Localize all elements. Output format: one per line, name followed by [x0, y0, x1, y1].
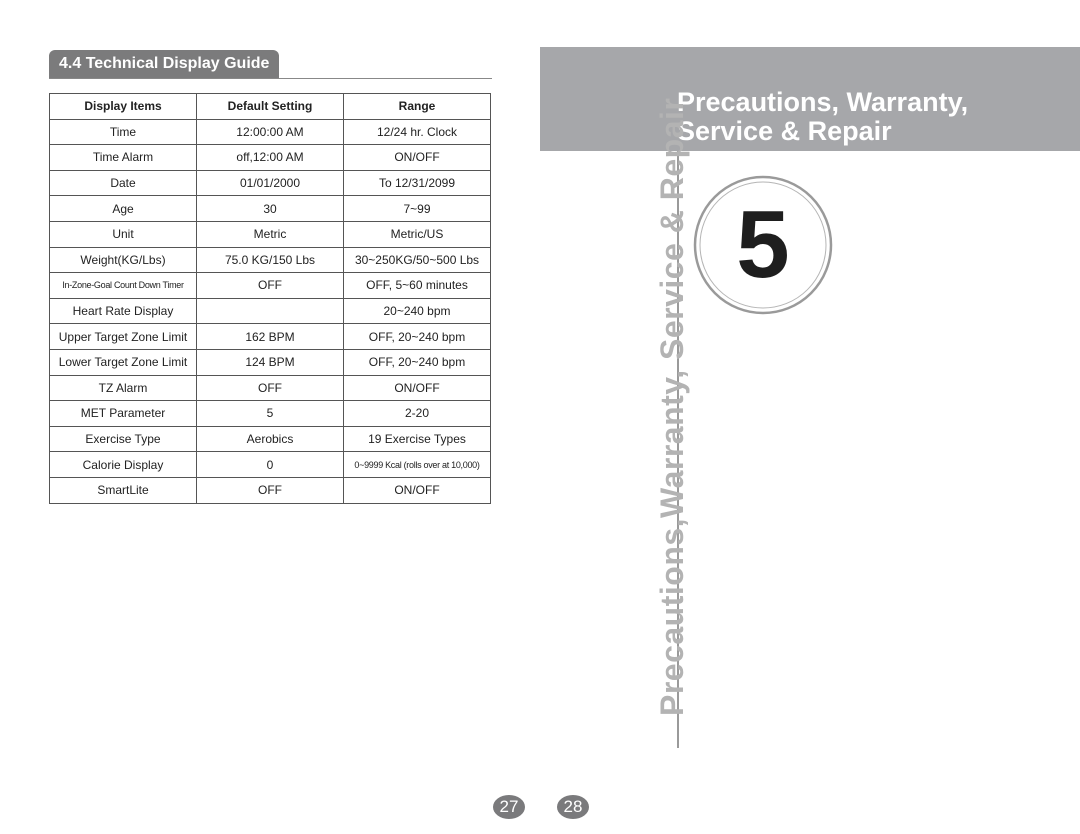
cell-range: Metric/US [343, 220, 491, 248]
chapter-title-line2: Service & Repair [677, 116, 892, 146]
cell-range: OFF, 20~240 bpm [343, 348, 491, 376]
cell-range: ON/OFF [343, 144, 491, 171]
cell-range: OFF, 5~60 minutes [343, 272, 491, 299]
table-row: Exercise Type Aerobics 19 Exercise Types [49, 425, 491, 453]
cell-range: 30~250KG/50~500 Lbs [343, 246, 491, 274]
cell-default: 5 [196, 400, 344, 427]
table-row: MET Parameter 5 2-20 [49, 400, 491, 427]
table-row: Time Alarm off,12:00 AM ON/OFF [49, 144, 491, 171]
section-divider [49, 78, 492, 79]
cell-item: MET Parameter [49, 400, 197, 427]
cell-range: 0~9999 Kcal (rolls over at 10,000) [343, 451, 491, 478]
chapter-number: 5 [736, 191, 789, 298]
cell-default: Metric [196, 220, 344, 248]
table-row: Weight(KG/Lbs) 75.0 KG/150 Lbs 30~250KG/50… [49, 246, 491, 274]
cell-item: Weight(KG/Lbs) [49, 246, 197, 274]
cell-default: off,12:00 AM [196, 144, 344, 171]
cell-item: TZ Alarm [49, 374, 197, 402]
cell-range: OFF, 20~240 bpm [343, 323, 491, 350]
chapter-title: Precautions, Warranty, Service & Repair [677, 88, 968, 146]
cell-range: ON/OFF [343, 476, 491, 504]
page-number-right: 28 [557, 795, 589, 819]
header-display-items: Display Items [49, 93, 197, 120]
table-row: TZ Alarm OFF ON/OFF [49, 374, 491, 402]
cell-item: Time Alarm [49, 144, 197, 171]
table-row: Age 30 7~99 [49, 195, 491, 222]
table-row: Date 01/01/2000 To 12/31/2099 [49, 169, 491, 197]
table-row: Calorie Display 0 0~9999 Kcal (rolls over … [49, 451, 491, 478]
cell-default: OFF [196, 272, 344, 299]
cell-item: Heart Rate Display [49, 297, 197, 325]
table-row: Unit Metric Metric/US [49, 220, 491, 248]
page-number-left: 27 [493, 795, 525, 819]
table-row: SmartLite OFF ON/OFF [49, 476, 491, 504]
cell-range: To 12/31/2099 [343, 169, 491, 197]
cell-item: Date [49, 169, 197, 197]
section-title: 4.4 Technical Display Guide [49, 50, 280, 78]
cell-range: 19 Exercise Types [343, 425, 491, 453]
cell-default: OFF [196, 476, 344, 504]
cell-item: Exercise Type [49, 425, 197, 453]
cell-item: Upper Target Zone Limit [49, 323, 197, 350]
cell-default: 01/01/2000 [196, 169, 344, 197]
cell-default [196, 297, 344, 325]
table-row: Upper Target Zone Limit 162 BPM OFF, 20~24… [49, 323, 491, 350]
cell-item: Age [49, 195, 197, 222]
table-row: Heart Rate Display 20~240 bpm [49, 297, 491, 325]
cell-default: 162 BPM [196, 323, 344, 350]
chapter-title-line1: Precautions, Warranty, [677, 87, 969, 117]
chapter-number-badge: 5 [693, 175, 833, 315]
cell-default: 30 [196, 195, 344, 222]
header-default-setting: Default Setting [196, 93, 344, 120]
cell-item: Lower Target Zone Limit [49, 348, 197, 376]
cell-item: Unit [49, 220, 197, 248]
cell-item: Calorie Display [49, 451, 197, 478]
cell-item: SmartLite [49, 476, 197, 504]
table-row: In-Zone-Goal Count Down Timer OFF OFF, 5~6… [49, 272, 491, 299]
cell-default: 75.0 KG/150 Lbs [196, 246, 344, 274]
header-range: Range [343, 93, 491, 120]
table-header-row: Display Items Default Setting Range [49, 93, 491, 120]
table-row: Lower Target Zone Limit 124 BPM OFF, 20~24… [49, 348, 491, 376]
cell-item: Time [49, 118, 197, 146]
cell-range: 7~99 [343, 195, 491, 222]
cell-range: 2-20 [343, 400, 491, 427]
cell-default: 124 BPM [196, 348, 344, 376]
cell-range: ON/OFF [343, 374, 491, 402]
cell-item: In-Zone-Goal Count Down Timer [49, 272, 197, 299]
cell-default: OFF [196, 374, 344, 402]
cell-range: 12/24 hr. Clock [343, 118, 491, 146]
vertical-chapter-label: Precautions,Warranty, Service & Repair [654, 97, 690, 716]
table-row: Time 12:00:00 AM 12/24 hr. Clock [49, 118, 491, 146]
cell-default: 12:00:00 AM [196, 118, 344, 146]
cell-range: 20~240 bpm [343, 297, 491, 325]
cell-default: 0 [196, 451, 344, 478]
cell-default: Aerobics [196, 425, 344, 453]
technical-display-table: Display Items Default Setting Range Time… [49, 93, 491, 504]
